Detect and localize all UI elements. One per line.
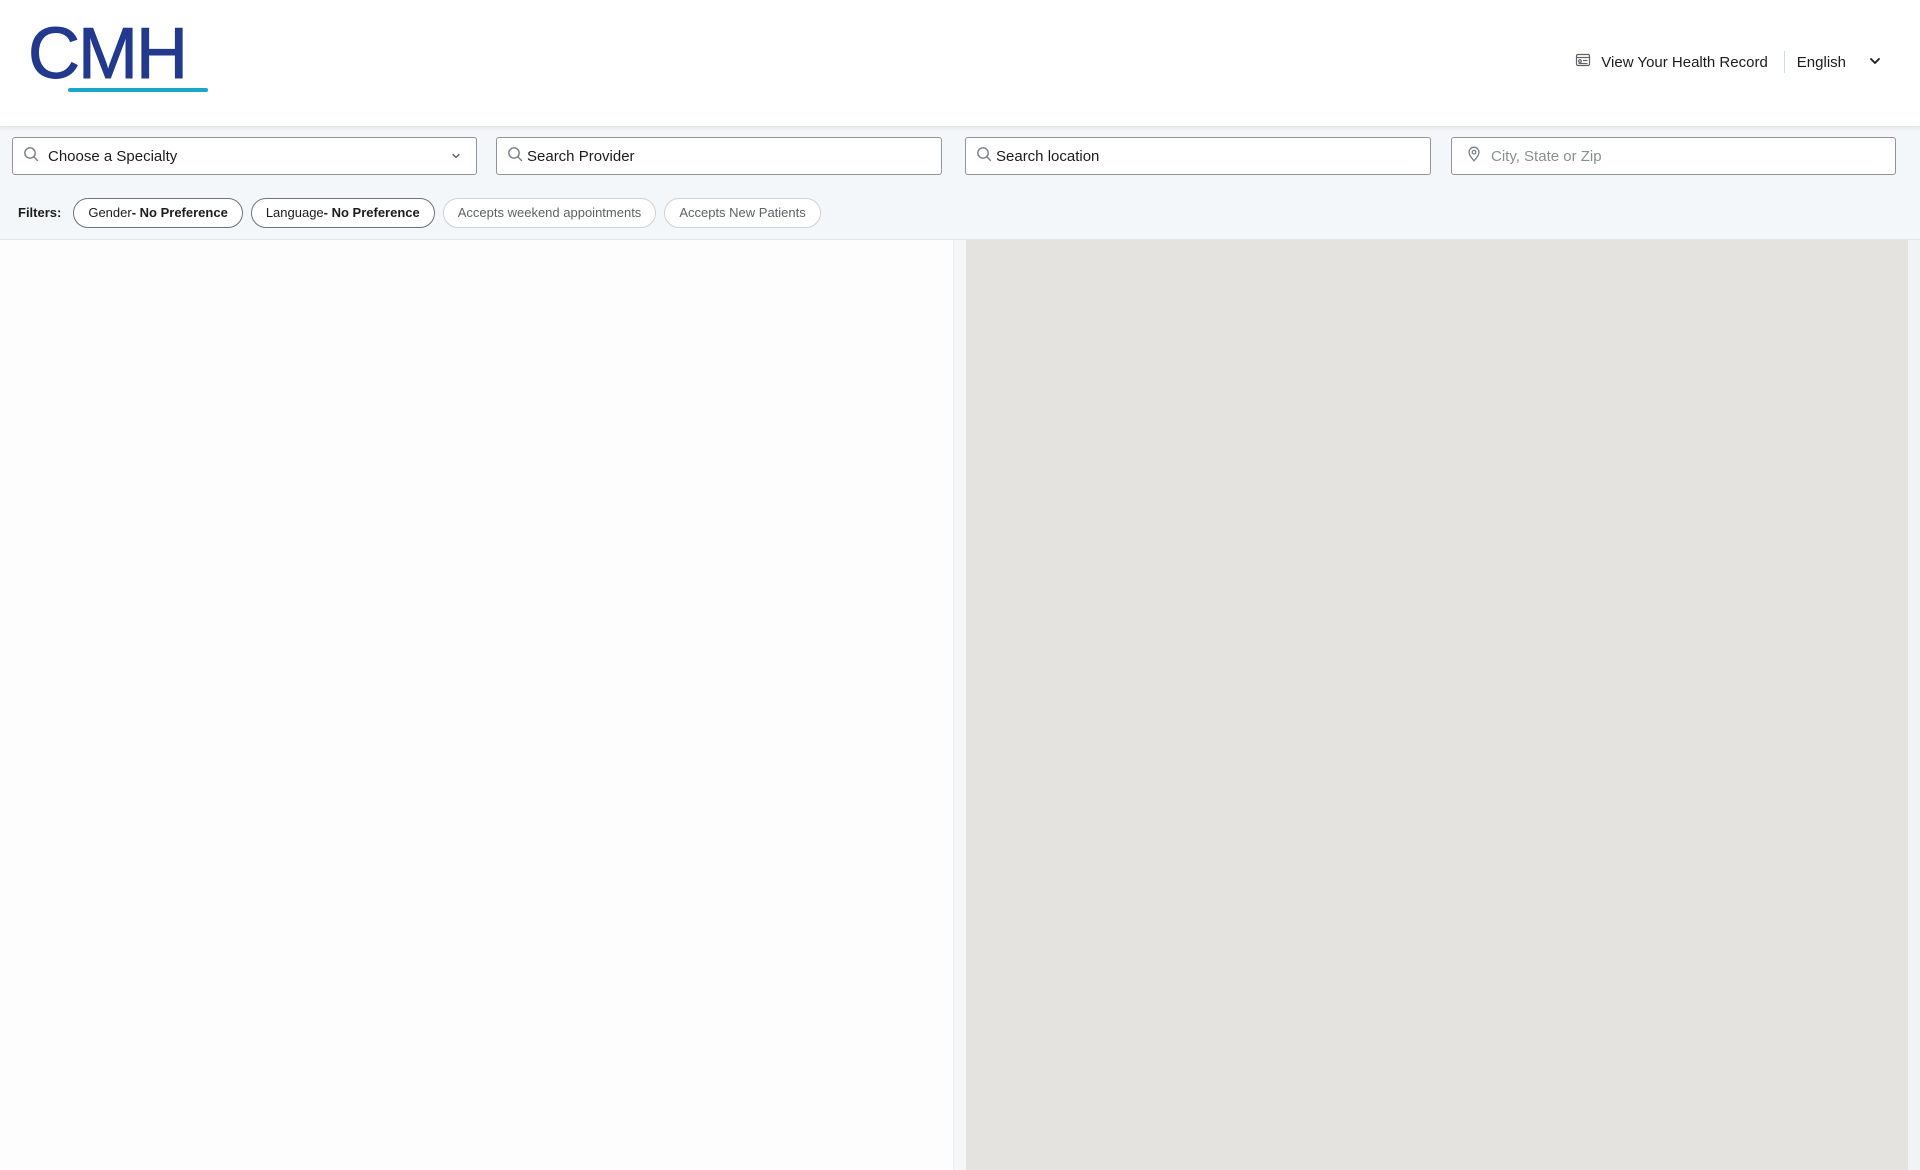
- logo-text: CMH: [28, 14, 189, 94]
- specialty-value: Choose a Specialty: [48, 147, 178, 165]
- filters-label: Filters:: [18, 205, 62, 220]
- view-health-record-link[interactable]: View Your Health Record: [1575, 52, 1768, 72]
- filter-chip-new-patients[interactable]: Accepts New Patients: [664, 197, 821, 228]
- search-icon: [507, 146, 523, 166]
- search-bar: Choose a Specialty Search Provider Searc…: [0, 127, 1920, 186]
- filter-chip-weekend-label: Accepts weekend appointments: [457, 205, 642, 220]
- view-health-record-label: View Your Health Record: [1601, 53, 1768, 71]
- results-panel: [0, 240, 954, 1170]
- chevron-down-icon: [1868, 52, 1882, 72]
- filter-chip-new-patients-label: Accepts New Patients: [679, 205, 806, 220]
- search-icon: [976, 146, 992, 166]
- map-panel[interactable]: [966, 240, 1908, 1170]
- search-icon: [23, 146, 39, 166]
- filter-chip-language[interactable]: Language - No Preference: [250, 197, 435, 228]
- provider-search-input[interactable]: Search Provider: [496, 137, 942, 175]
- logo-underline: [68, 88, 208, 92]
- provider-search-value: Search Provider: [527, 147, 635, 165]
- filter-chip-language-prefix: Language: [265, 205, 324, 220]
- filter-chip-language-value: - No Preference: [323, 205, 420, 220]
- scrollbar-track[interactable]: [1908, 240, 1920, 1170]
- health-record-icon: [1575, 52, 1591, 72]
- map-pin-icon: [1466, 146, 1482, 166]
- language-selected: English: [1796, 53, 1846, 71]
- location-search-value: Search location: [996, 147, 1100, 165]
- location-search-input[interactable]: Search location: [965, 137, 1431, 175]
- filter-chip-gender[interactable]: Gender - No Preference: [73, 197, 243, 228]
- city-state-zip-input[interactable]: City, State or Zip: [1451, 137, 1896, 175]
- specialty-select[interactable]: Choose a Specialty: [12, 137, 477, 175]
- filter-chip-weekend[interactable]: Accepts weekend appointments: [442, 197, 657, 228]
- language-select[interactable]: English: [1797, 52, 1882, 72]
- filter-chip-gender-value: - No Preference: [131, 205, 228, 220]
- panel-divider: [954, 240, 966, 1170]
- header-actions: View Your Health Record English: [1575, 50, 1882, 74]
- header-divider: [1783, 51, 1785, 73]
- cmh-logo[interactable]: CMH: [28, 18, 214, 96]
- site-header: CMH View Your Health Record English: [0, 0, 1920, 127]
- chevron-down-icon: [452, 153, 460, 159]
- filter-chip-gender-prefix: Gender: [88, 205, 132, 220]
- city-state-zip-placeholder: City, State or Zip: [1491, 147, 1602, 165]
- filters-bar: Filters: Gender - No Preference Language…: [0, 186, 1920, 240]
